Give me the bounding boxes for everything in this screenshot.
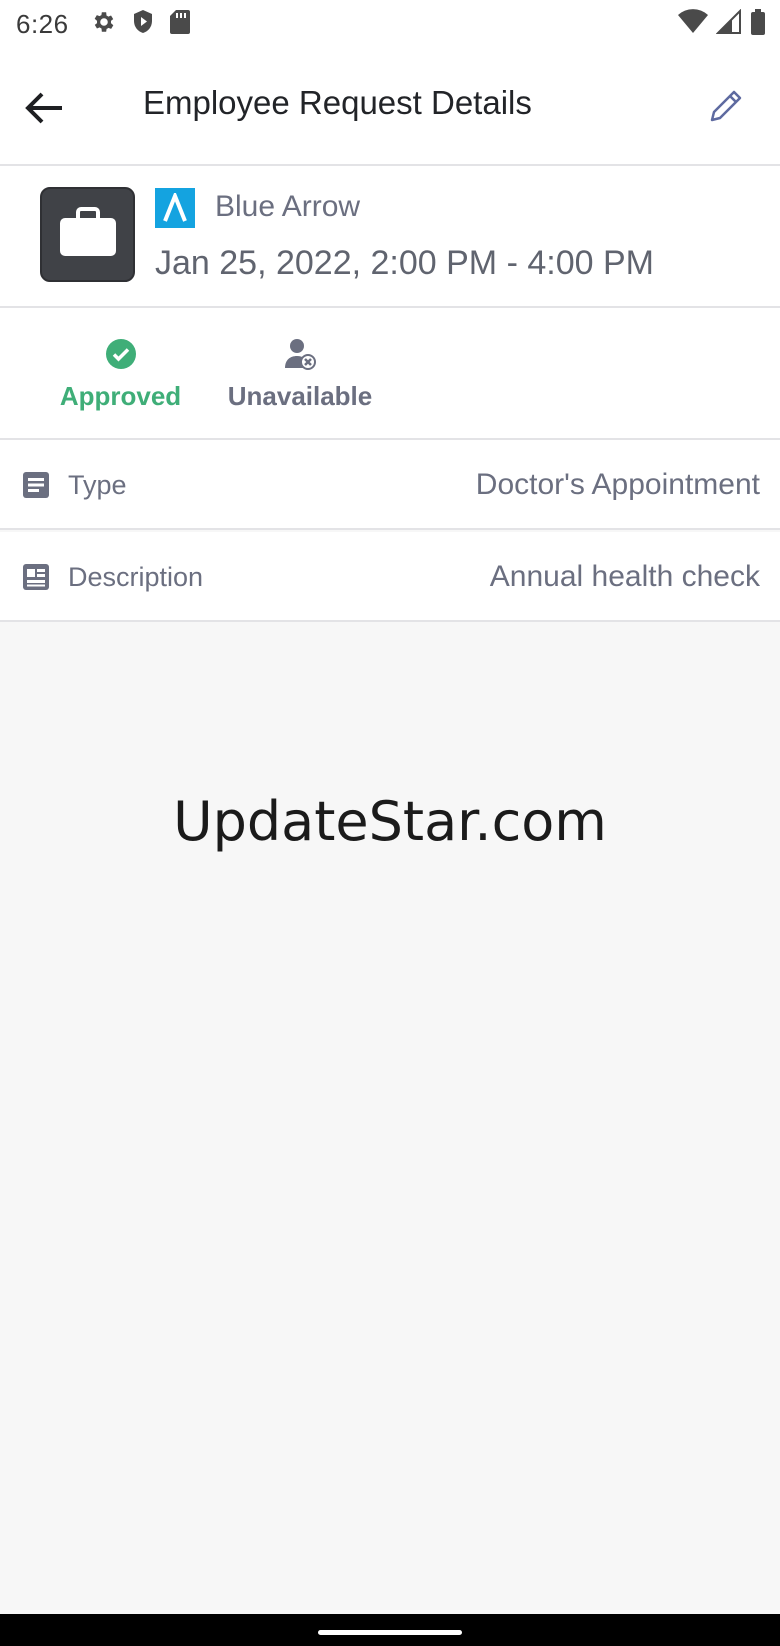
status-unavailable: Unavailable: [225, 338, 375, 412]
description-label: Description: [68, 562, 204, 592]
cell-signal-icon: [715, 8, 742, 40]
check-circle-icon: [105, 338, 137, 375]
description-value: Annual health check: [489, 560, 760, 593]
status-right-icons: [678, 8, 766, 41]
page-title: Employee Request Details: [143, 84, 532, 121]
pencil-icon: [706, 90, 746, 130]
request-header: Blue Arrow Jan 25, 2022, 2:00 PM - 4:00 …: [0, 166, 780, 308]
battery-icon: [750, 8, 766, 41]
shield-play-icon: [131, 9, 155, 40]
status-bar: 6:26: [0, 0, 780, 48]
category-tile: [40, 187, 135, 282]
gear-icon: [91, 9, 117, 40]
detail-row-description: Description Annual health check: [0, 532, 780, 622]
company-logo: [155, 188, 195, 228]
type-value: Doctor's Appointment: [475, 468, 760, 501]
sd-card-icon: [169, 9, 191, 40]
status-time: 6:26: [16, 8, 69, 39]
home-indicator[interactable]: [318, 1630, 462, 1635]
article-icon: [22, 563, 50, 591]
wifi-icon: [678, 9, 708, 40]
watermark: UpdateStar.com: [173, 790, 607, 853]
arrow-back-icon: [22, 92, 66, 134]
status-section: Approved Unavailable: [0, 308, 780, 440]
edit-button[interactable]: [706, 86, 746, 126]
request-datetime: Jan 25, 2022, 2:00 PM - 4:00 PM: [155, 244, 654, 282]
status-approved-label: Approved: [59, 381, 182, 411]
status-approved: Approved: [58, 338, 183, 412]
detail-row-type: Type Doctor's Appointment: [0, 440, 780, 530]
nav-bar: [0, 1614, 780, 1646]
status-unavailable-label: Unavailable: [227, 381, 373, 411]
type-label: Type: [68, 470, 127, 500]
document-icon: [22, 471, 50, 499]
company-name: Blue Arrow: [215, 190, 361, 223]
briefcase-icon: [58, 204, 118, 265]
status-left-icons: [91, 9, 191, 40]
person-x-icon: [284, 338, 316, 375]
app-bar: Employee Request Details: [0, 48, 780, 166]
screen: 6:26 Employee Request Details Blue Arrow…: [0, 0, 780, 1646]
back-button[interactable]: [22, 86, 66, 130]
